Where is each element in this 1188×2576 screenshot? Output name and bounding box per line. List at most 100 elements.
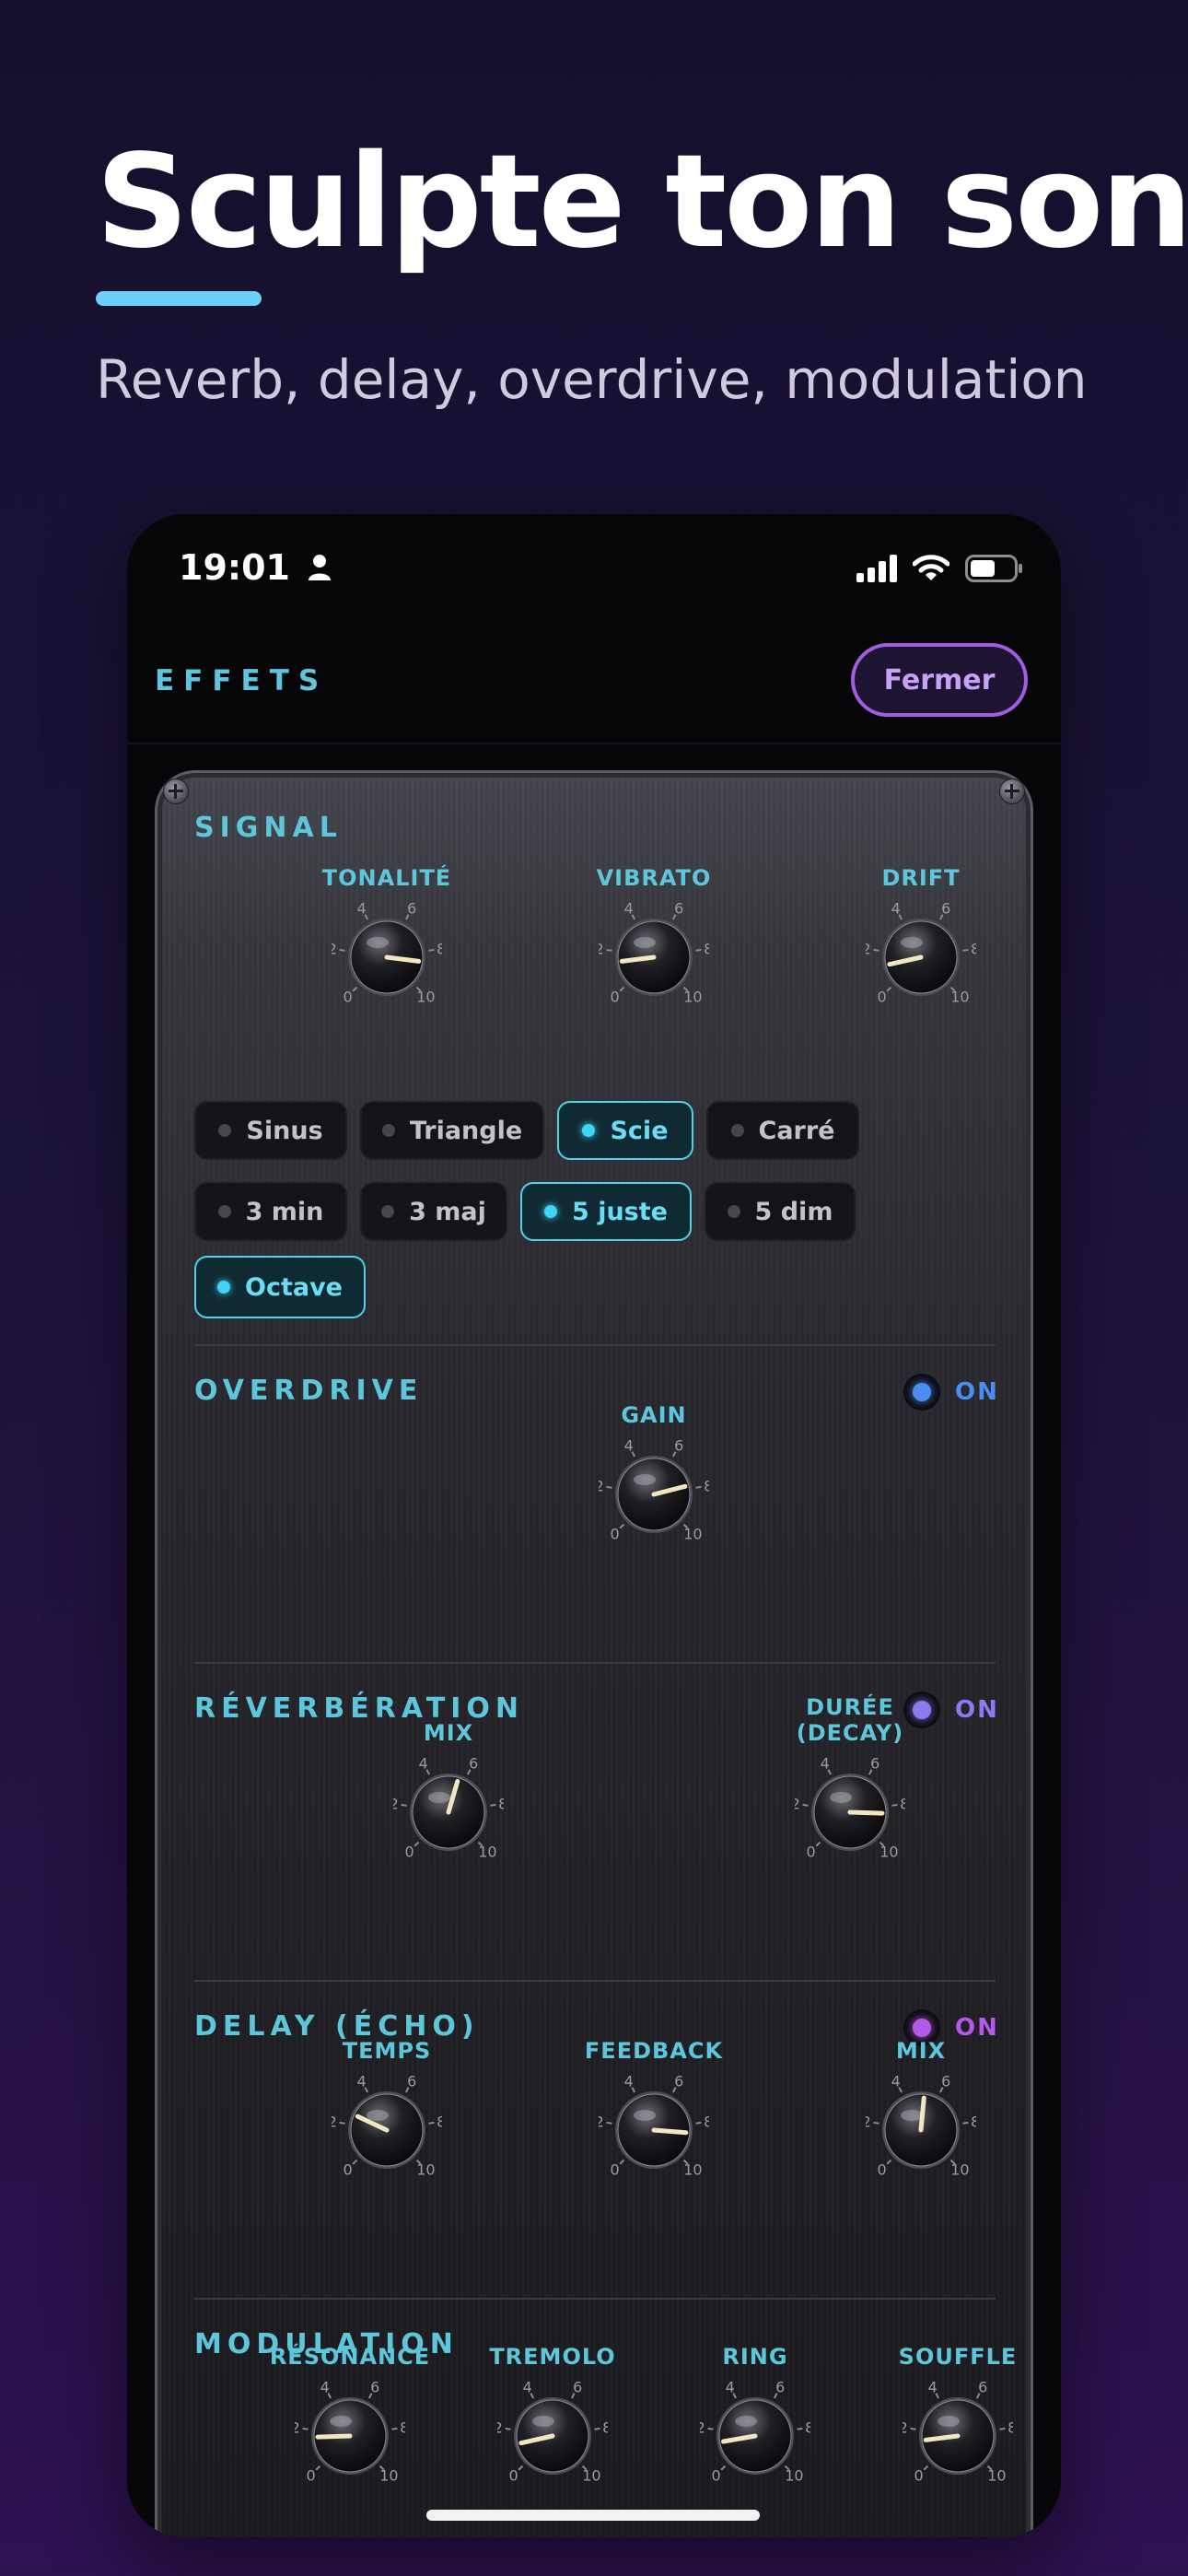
toggle-overdrive[interactable]: ON (903, 1374, 999, 1411)
chip-label: 3 min (245, 1197, 324, 1226)
knob-tremolo[interactable]: TREMOLO 0 2 4 6 8 10 (451, 2344, 654, 2491)
knob-label-line: SOUFFLE (898, 2344, 1018, 2370)
knob-dial[interactable]: 0 2 4 6 8 10 (700, 2373, 810, 2493)
knob-highlight (901, 937, 923, 948)
section-divider (194, 1980, 996, 1982)
subheadline: Reverb, delay, overdrive, modulation (96, 348, 1088, 411)
knob-label: TREMOLO (451, 2344, 654, 2370)
knob-reverb-decay[interactable]: DURÉE (DECAY) 0 2 4 6 8 10 (749, 1694, 951, 1860)
dial-scale-label: 0 (610, 1525, 619, 1542)
dial-tick (606, 2121, 612, 2125)
section-divider (194, 2298, 996, 2300)
dial-scale-label: 8 (1007, 2419, 1013, 2437)
knob-dial[interactable]: 0 2 4 6 8 10 (332, 2067, 442, 2187)
knob-label-line: TONALITÉ (321, 865, 452, 891)
dial-scale-label: 4 (726, 2379, 735, 2396)
chip-interval-3min[interactable]: 3 min (194, 1182, 347, 1241)
dial-scale-label: 4 (928, 2379, 938, 2396)
knob-dial[interactable]: 0 2 4 6 8 10 (866, 895, 976, 1014)
toggle-label: ON (955, 1696, 999, 1724)
dial-scale-label: 6 (674, 1437, 683, 1455)
knob-highlight (634, 1474, 656, 1485)
knob-dial[interactable]: 0 2 4 6 8 10 (393, 1750, 504, 1869)
dial-scale-label: 2 (599, 1478, 604, 1495)
close-button[interactable]: Fermer (851, 643, 1028, 717)
dial-tick (505, 2427, 511, 2430)
dial-scale-label: 4 (523, 2379, 532, 2396)
nav-title: EFFETS (155, 664, 329, 697)
dial-tick (518, 2465, 524, 2471)
knob-delay-mix[interactable]: MIX 0 2 4 6 8 10 (820, 2038, 1022, 2185)
dial-scale-label: 0 (914, 2466, 923, 2484)
knob-label-line: MIX (423, 1720, 474, 1746)
dial-tick (352, 986, 358, 992)
knob-dial[interactable]: 0 2 4 6 8 10 (599, 895, 709, 1014)
knob-resonance[interactable]: RÉSONANCE 0 2 4 6 8 10 (249, 2344, 451, 2491)
headline: Sculpte ton son (96, 127, 1188, 277)
chip-dot-icon (730, 1124, 744, 1137)
chip-interval-5dim[interactable]: 5 dim (705, 1182, 856, 1241)
dial-scale-label: 2 (795, 1796, 800, 1813)
dial-tick (695, 2121, 702, 2125)
chip-interval-5juste[interactable]: 5 juste (520, 1182, 692, 1241)
knob-dial[interactable]: 0 2 4 6 8 10 (866, 2067, 976, 2187)
knob-highlight (830, 1792, 852, 1803)
dial-tick (339, 948, 345, 952)
phone-frame: 19:01 EFFETS Fermer SIGNAL TONALITÉ 0 2 … (127, 514, 1061, 2537)
dial-tick (886, 2159, 892, 2165)
section-title-signal: SIGNAL (194, 812, 343, 844)
knob-label: DURÉE (DECAY) (749, 1694, 951, 1746)
knob-delay-temps[interactable]: TEMPS 0 2 4 6 8 10 (285, 2038, 488, 2185)
knob-dial[interactable]: 0 2 4 6 8 10 (599, 1432, 709, 1551)
knob-label-line: DRIFT (881, 865, 961, 891)
dial-scale-label: 6 (469, 1755, 478, 1773)
dial-tick (999, 2427, 1006, 2430)
dial-tick (401, 1803, 407, 1807)
knob-tonalite[interactable]: TONALITÉ 0 2 4 6 8 10 (285, 865, 488, 1013)
knob-souffle[interactable]: SOUFFLE 0 2 4 6 8 10 (856, 2344, 1059, 2491)
dial-scale-label: 6 (870, 1755, 879, 1773)
dial-tick (391, 2427, 398, 2430)
chip-dot-icon (218, 1124, 232, 1137)
dial-tick (606, 1485, 612, 1489)
dial-scale-label: 2 (332, 2113, 337, 2131)
chip-interval-octave[interactable]: Octave (194, 1256, 366, 1318)
dial-tick (619, 986, 625, 992)
knob-dial[interactable]: 0 2 4 6 8 10 (903, 2373, 1013, 2493)
knob-pointer (651, 2127, 689, 2136)
dial-scale-label: 2 (866, 2113, 871, 2131)
chip-dot-icon (381, 1124, 395, 1137)
dial-scale-label: 4 (821, 1755, 830, 1773)
knob-gain[interactable]: GAIN 0 2 4 6 8 10 (553, 1402, 755, 1550)
knob-pointer (315, 2433, 353, 2440)
knob-highlight (634, 2110, 656, 2121)
dial-scale-label: 2 (599, 941, 604, 958)
dial-scale-label: 10 (379, 2466, 398, 2484)
knob-dial[interactable]: 0 2 4 6 8 10 (599, 2067, 709, 2187)
knob-dial[interactable]: 0 2 4 6 8 10 (795, 1750, 905, 1869)
dial-scale-label: 4 (891, 2073, 901, 2090)
dial-scale-label: 0 (877, 2160, 886, 2178)
dial-tick (315, 2465, 321, 2471)
chip-interval-3maj[interactable]: 3 maj (360, 1182, 507, 1241)
dial-scale-label: 10 (416, 2160, 435, 2178)
dial-scale-label: 10 (683, 988, 702, 1005)
knob-drift[interactable]: DRIFT 0 2 4 6 8 10 (820, 865, 1022, 1013)
dial-scale-label: 4 (624, 900, 634, 918)
knob-label: SOUFFLE (856, 2344, 1059, 2370)
knob-reverb-mix[interactable]: MIX 0 2 4 6 8 10 (347, 1720, 550, 1868)
chip-waveform-scie[interactable]: Scie (557, 1101, 693, 1160)
knob-dial[interactable]: 0 2 4 6 8 10 (497, 2373, 608, 2493)
knob-highlight (532, 2416, 554, 2427)
dial-scale-label: 4 (419, 1755, 428, 1773)
chip-waveform-carre[interactable]: Carré (706, 1101, 859, 1160)
knob-ring[interactable]: RING 0 2 4 6 8 10 (654, 2344, 856, 2491)
knob-vibrato[interactable]: VIBRATO 0 2 4 6 8 10 (553, 865, 755, 1013)
knob-delay-feedback[interactable]: FEEDBACK 0 2 4 6 8 10 (553, 2038, 755, 2185)
home-indicator[interactable] (426, 2510, 760, 2521)
knob-dial[interactable]: 0 2 4 6 8 10 (295, 2373, 405, 2493)
chip-waveform-sinus[interactable]: Sinus (194, 1101, 347, 1160)
wifi-icon (912, 555, 950, 580)
knob-dial[interactable]: 0 2 4 6 8 10 (332, 895, 442, 1014)
chip-waveform-triangle[interactable]: Triangle (360, 1101, 544, 1160)
